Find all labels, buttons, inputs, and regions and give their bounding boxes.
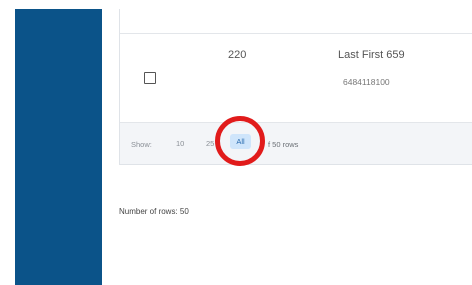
rows-count-text: Number of rows: 50 [119, 207, 189, 216]
page-size-10-option[interactable]: 10 [176, 139, 184, 148]
page-size-all-option[interactable]: All [230, 134, 251, 149]
row-checkbox[interactable] [144, 72, 156, 84]
pagination-bar: Show: 10 25 All f 50 rows [120, 122, 472, 164]
row-divider [120, 33, 472, 34]
sidebar [15, 9, 102, 285]
row-name-cell: Last First 659 [338, 49, 405, 61]
row-phone-cell: 6484118100 [343, 77, 390, 87]
rows-info: f 50 rows [268, 140, 299, 149]
show-label: Show: [131, 140, 152, 149]
data-table: 220 Last First 659 6484118100 Show: 10 2… [119, 9, 472, 165]
row-id-cell: 220 [228, 49, 247, 61]
page-size-25-option[interactable]: 25 [206, 139, 214, 148]
